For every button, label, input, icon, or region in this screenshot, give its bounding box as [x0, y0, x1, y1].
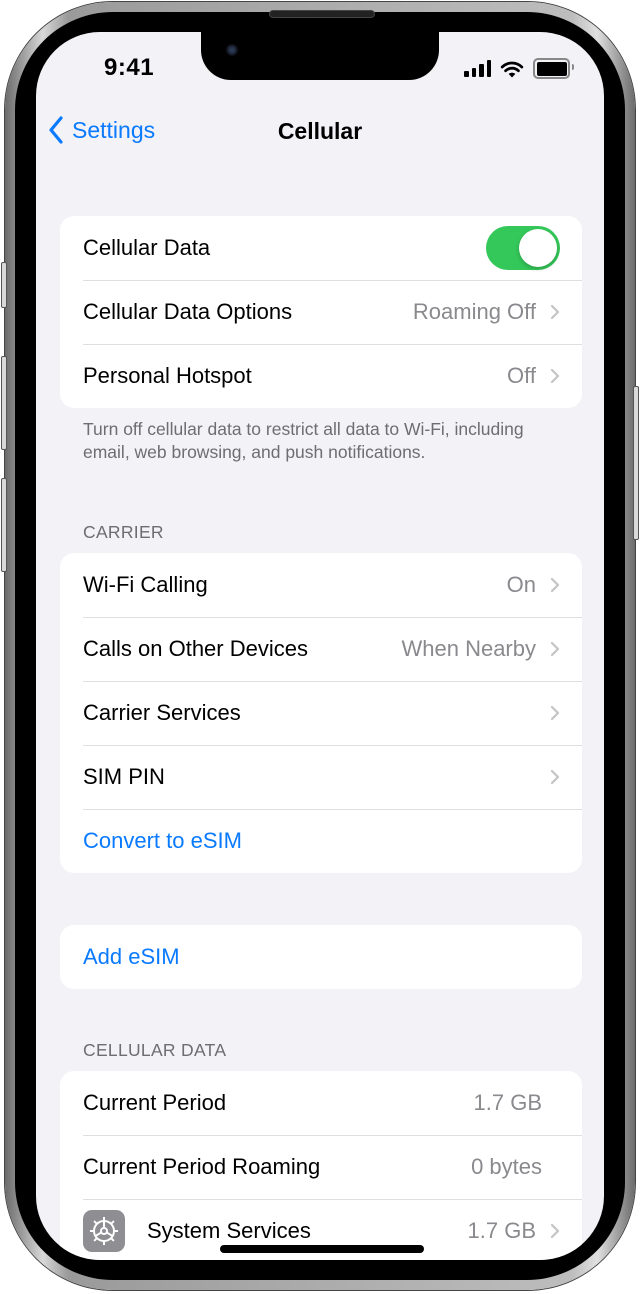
- wifi-calling-row[interactable]: Wi-Fi Calling On: [60, 553, 582, 617]
- cellular-signal-icon: [464, 60, 491, 77]
- carrier-services-row[interactable]: Carrier Services: [60, 681, 582, 745]
- current-period-row: Current Period 1.7 GB: [60, 1071, 582, 1135]
- row-label: Carrier Services: [83, 700, 241, 725]
- chevron-right-icon: [550, 705, 560, 721]
- calls-on-other-devices-row[interactable]: Calls on Other Devices When Nearby: [60, 617, 582, 681]
- row-label: Add eSIM: [83, 944, 180, 969]
- cellular-data-usage-group: Current Period 1.7 GB Current Period Roa…: [60, 1071, 582, 1260]
- wifi-icon: [500, 61, 524, 77]
- home-indicator[interactable]: [220, 1245, 424, 1253]
- toggle-knob: [519, 229, 557, 267]
- chevron-right-icon: [550, 368, 560, 384]
- screen: 9:41 Settings Cellular Cellular Data Cel…: [36, 32, 604, 1260]
- status-time: 9:41: [104, 54, 155, 81]
- notch: [201, 32, 439, 80]
- row-value: Roaming Off: [412, 299, 536, 324]
- row-label: Current Period Roaming: [83, 1154, 321, 1179]
- silent-switch: [1, 262, 7, 308]
- volume-up-button: [1, 356, 7, 450]
- row-label: Cellular Data Options: [83, 299, 293, 324]
- row-label: SIM PIN: [83, 764, 165, 789]
- chevron-right-icon: [550, 641, 560, 657]
- side-power-button: [633, 386, 639, 540]
- chevron-right-icon: [550, 769, 560, 785]
- battery-icon: [533, 58, 574, 79]
- row-label: Personal Hotspot: [83, 363, 252, 388]
- row-label: System Services: [147, 1218, 311, 1243]
- chevron-right-icon: [550, 304, 560, 320]
- row-label: Calls on Other Devices: [83, 636, 308, 661]
- add-esim-button[interactable]: Add eSIM: [60, 925, 582, 989]
- cellular-data-footer: Turn off cellular data to restrict all d…: [83, 419, 524, 462]
- row-value: When Nearby: [401, 636, 536, 661]
- personal-hotspot-row[interactable]: Personal Hotspot Off: [60, 344, 582, 408]
- volume-down-button: [1, 478, 7, 572]
- row-value: 0 bytes: [471, 1154, 542, 1179]
- row-value: On: [506, 572, 536, 597]
- convert-to-esim-button[interactable]: Convert to eSIM: [60, 809, 582, 873]
- row-label: Convert to eSIM: [83, 828, 242, 853]
- sim-pin-row[interactable]: SIM PIN: [60, 745, 582, 809]
- current-period-roaming-row: Current Period Roaming 0 bytes: [60, 1135, 582, 1199]
- row-value: Off: [507, 363, 536, 388]
- cellular-data-toggle[interactable]: [486, 226, 560, 270]
- row-value: 1.7 GB: [467, 1218, 536, 1243]
- row-label: Wi-Fi Calling: [83, 572, 208, 597]
- chevron-right-icon: [550, 1223, 560, 1239]
- section-header-carrier: CARRIER: [83, 522, 164, 542]
- page-title: Cellular: [277, 118, 363, 144]
- status-icons: [464, 58, 574, 79]
- add-esim-group: Add eSIM: [60, 925, 582, 989]
- section-header-cellular-data: CELLULAR DATA: [83, 1040, 227, 1060]
- earpiece-speaker: [269, 10, 375, 18]
- carrier-group: Wi-Fi Calling On Calls on Other Devices …: [60, 553, 582, 873]
- row-label: Current Period: [83, 1090, 227, 1115]
- gear-icon: [83, 1210, 125, 1252]
- chevron-right-icon: [550, 577, 560, 593]
- cellular-data-group: Cellular Data Cellular Data Options Roam…: [60, 216, 582, 408]
- row-value: 1.7 GB: [473, 1090, 542, 1115]
- navigation-bar: Settings Cellular: [36, 112, 604, 156]
- cellular-data-options-row[interactable]: Cellular Data Options Roaming Off: [60, 280, 582, 344]
- front-camera: [226, 44, 238, 56]
- cellular-data-row: Cellular Data: [60, 216, 582, 280]
- row-label: Cellular Data: [83, 235, 211, 260]
